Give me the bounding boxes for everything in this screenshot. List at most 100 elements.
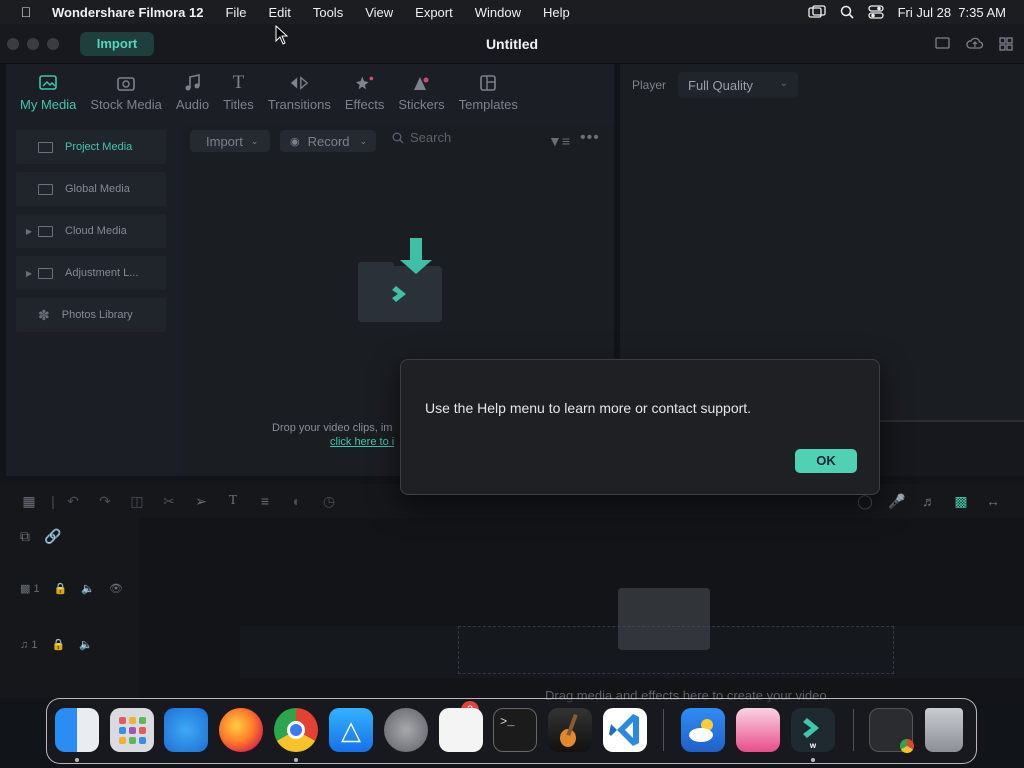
drop-hint-text: Drop your video clips, im (272, 422, 393, 434)
tab-titles[interactable]: T Titles (216, 64, 261, 112)
expand-caret-icon[interactable]: ▶ (16, 227, 38, 236)
apple-menu-icon[interactable]:  (0, 4, 52, 20)
menu-clock[interactable]: Fri Jul 28 7:35 AM (898, 5, 1006, 20)
record-dropdown-label: Record (307, 133, 350, 149)
quality-dropdown[interactable]: Full Quality ⌄ (678, 72, 798, 98)
adjust-icon[interactable]: ≡ (256, 492, 274, 510)
add-track-icon[interactable]: ⧉ (20, 528, 30, 545)
expand-caret-icon[interactable]: ▶ (16, 269, 38, 278)
garageband-icon[interactable] (548, 708, 592, 752)
layout-icon[interactable]: ▦ (20, 492, 38, 510)
chevron-down-icon: ⌄ (779, 78, 788, 89)
import-link[interactable]: click here to i (330, 436, 394, 448)
filter-icon[interactable]: ▼≡ (548, 133, 570, 149)
drag-placeholder-image (618, 588, 710, 650)
launchpad-icon[interactable] (110, 708, 154, 752)
tab-my-media[interactable]: My Media (6, 64, 83, 112)
speed-icon[interactable]: ◷ (320, 492, 338, 510)
window-title: Untitled (485, 36, 539, 52)
menu-bar:  Wondershare Filmora 12 File Edit Tools… (0, 0, 1024, 24)
audio-track-icon: ♫ 1 (20, 638, 38, 651)
tab-label: Effects (344, 97, 385, 112)
menu-edit[interactable]: Edit (257, 5, 301, 20)
ok-button[interactable]: OK (795, 449, 857, 473)
speaker-icon[interactable]: 🔈 (79, 638, 93, 651)
quality-value: Full Quality (688, 77, 754, 93)
chrome-icon[interactable] (274, 708, 318, 752)
stickers-icon (411, 73, 431, 93)
fit-timeline-icon[interactable]: ↔ (984, 492, 1002, 510)
music-list-icon[interactable]: ♬ (920, 492, 938, 510)
svg-text:w: w (809, 741, 817, 750)
record-dropdown[interactable]: ◉ Record ⌄ (280, 130, 376, 152)
weather-icon[interactable] (681, 708, 725, 752)
menu-view[interactable]: View (354, 5, 404, 20)
more-options-icon[interactable]: ••• (580, 129, 600, 147)
menu-file[interactable]: File (214, 5, 257, 20)
chrome-window-icon[interactable] (869, 708, 914, 753)
delete-icon[interactable]: ◫ (128, 492, 146, 510)
vscode-icon[interactable] (603, 708, 647, 752)
control-center-icon[interactable] (867, 5, 884, 19)
window-titlebar: Import Untitled (0, 24, 1024, 64)
safari-icon[interactable] (164, 708, 208, 752)
sidebar-item-photos-library[interactable]: ✽ Photos Library (16, 298, 166, 332)
snap-icon[interactable]: ▩ (952, 492, 970, 510)
tab-templates[interactable]: Templates (452, 64, 525, 112)
sidebar-item-adjustment-layer[interactable]: ▶ Adjustment L... (16, 256, 166, 290)
player-label: Player (632, 78, 667, 92)
import-dropdown[interactable]: Import ⌄ (190, 130, 270, 152)
feedback-icon[interactable] (934, 36, 952, 52)
tab-stock-media[interactable]: Stock Media (83, 64, 169, 112)
filmora-icon[interactable]: w (791, 708, 835, 752)
folder-icon (38, 141, 53, 153)
video-track-icon: ▩ 1 (20, 583, 40, 595)
templates-icon (478, 73, 498, 93)
timeline-area: ⧉ 🔗 ▩ 1 🔒 🔈 👁 ♫ 1 🔒 🔈 Drag media and eff… (0, 518, 1024, 703)
lock-icon[interactable]: 🔒 (54, 582, 68, 595)
tab-audio[interactable]: Audio (169, 64, 216, 112)
screen-mirroring-icon[interactable] (807, 5, 826, 19)
finder-icon[interactable] (55, 708, 99, 752)
dock: △ 2 >_ w (46, 698, 977, 764)
menu-window[interactable]: Window (464, 5, 532, 20)
textedit-icon[interactable] (439, 708, 483, 752)
lock-icon[interactable]: 🔒 (51, 638, 65, 651)
titles-icon: T (232, 72, 245, 93)
link-icon[interactable]: 🔗 (44, 528, 61, 545)
sidebar-item-global-media[interactable]: Global Media (16, 172, 166, 206)
firefox-icon[interactable] (219, 708, 263, 752)
spotlight-search-icon[interactable] (840, 5, 854, 19)
menu-tools[interactable]: Tools (302, 5, 354, 20)
eye-icon[interactable]: 👁 (109, 582, 123, 595)
media-search[interactable]: Search (392, 130, 451, 145)
sidebar-item-cloud-media[interactable]: ▶ Cloud Media (16, 214, 166, 248)
tab-effects[interactable]: Effects (338, 64, 392, 112)
sidebar-item-label: Adjustment L... (65, 267, 139, 279)
search-input[interactable]: Search (410, 130, 451, 145)
layout-grid-icon[interactable] (998, 36, 1014, 52)
text-icon[interactable]: T (224, 492, 242, 510)
app-store-icon[interactable]: △ (329, 708, 373, 752)
tab-transitions[interactable]: Transitions (261, 64, 338, 112)
trash-icon[interactable] (925, 708, 963, 752)
screens-icon[interactable] (736, 708, 780, 752)
terminal-icon[interactable]: >_ (493, 708, 537, 752)
menu-app-name[interactable]: Wondershare Filmora 12 (52, 5, 214, 20)
speaker-icon[interactable]: 🔈 (81, 582, 95, 595)
sidebar-item-label: Cloud Media (65, 225, 127, 237)
tab-stickers[interactable]: Stickers (391, 64, 451, 112)
cloud-upload-icon[interactable] (966, 36, 984, 52)
photos-icon: ✽ (38, 306, 50, 323)
cut-icon[interactable]: ✂ (160, 492, 178, 510)
audio-track-number: 1 (31, 638, 38, 651)
menu-help[interactable]: Help (532, 5, 581, 20)
undo-icon[interactable]: ↶ (64, 492, 82, 510)
sidebar-item-project-media[interactable]: Project Media (16, 130, 166, 164)
select-icon[interactable]: ➢ (192, 492, 210, 510)
redo-icon[interactable]: ↷ (96, 492, 114, 510)
color-icon[interactable]: ◐ (288, 492, 306, 510)
system-settings-icon[interactable] (384, 708, 428, 752)
menu-export[interactable]: Export (404, 5, 464, 20)
microphone-icon[interactable]: 🎤 (888, 492, 906, 510)
